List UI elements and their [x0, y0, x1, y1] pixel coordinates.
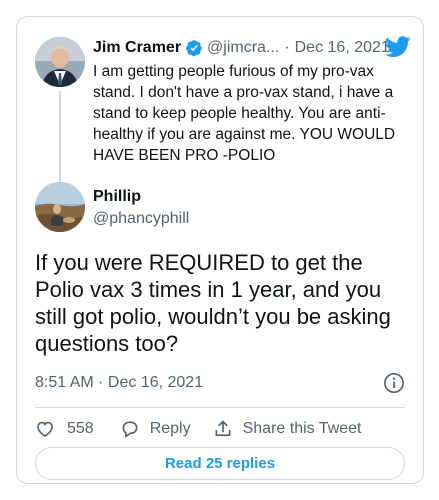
main-author-handle[interactable]: @phancyphill: [93, 210, 189, 228]
thread-connector-line: [59, 91, 61, 195]
like-button[interactable]: 558: [35, 419, 94, 439]
main-author-name[interactable]: Phillip: [93, 188, 141, 206]
parent-author-handle[interactable]: @jimcra...: [207, 39, 279, 57]
info-icon[interactable]: [383, 372, 405, 394]
main-tweet-text: If you were REQUIRED to get the Polio va…: [35, 250, 391, 356]
avatar-jim-cramer[interactable]: [35, 37, 85, 87]
parent-tweet-text: I am getting people furious of my pro-va…: [93, 63, 396, 164]
tweet-embed-card: Jim Cramer @jimcra... · Dec 16, 2021 I a…: [16, 16, 424, 484]
reply-icon: [122, 421, 138, 438]
twitter-bird-icon[interactable]: [385, 36, 411, 58]
divider: [35, 407, 405, 408]
heart-icon: [37, 421, 53, 438]
avatar-phillip[interactable]: [35, 182, 85, 232]
verified-badge-icon: [186, 40, 202, 57]
share-button[interactable]: Share this Tweet: [213, 419, 362, 439]
like-count: 558: [67, 420, 94, 437]
parent-tweet-header: Jim Cramer @jimcra... · Dec 16, 2021: [93, 36, 413, 59]
tweet-timestamp[interactable]: 8:51 AM · Dec 16, 2021: [35, 374, 203, 392]
share-label: Share this Tweet: [242, 420, 362, 437]
parent-author-name[interactable]: Jim Cramer: [93, 39, 181, 57]
action-bar: 558 Reply Share this Tweet: [35, 417, 362, 441]
reply-label: Reply: [149, 420, 191, 437]
reply-button[interactable]: Reply: [120, 419, 191, 439]
separator-dot: ·: [284, 39, 290, 56]
read-replies-button[interactable]: Read 25 replies: [35, 447, 405, 480]
parent-tweet-date[interactable]: Dec 16, 2021: [295, 39, 390, 57]
share-icon: [215, 420, 231, 437]
